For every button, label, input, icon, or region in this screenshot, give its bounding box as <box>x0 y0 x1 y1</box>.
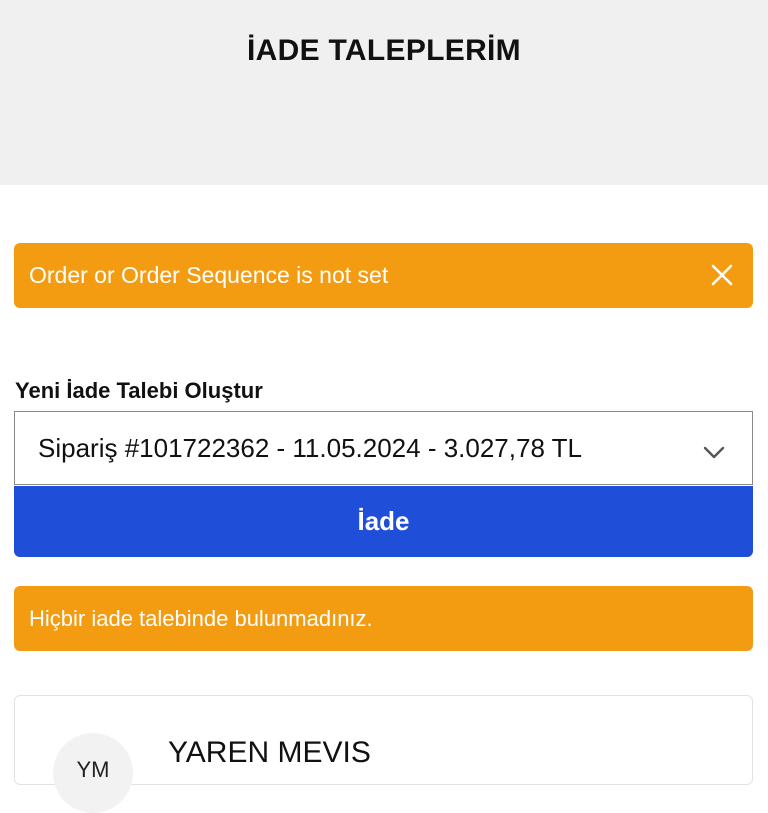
info-alert-text: Hiçbir iade talebinde bulunmadınız. <box>29 605 373 631</box>
close-icon[interactable] <box>707 260 737 290</box>
info-alert: Hiçbir iade talebinde bulunmadınız. <box>14 586 753 651</box>
error-alert-text: Order or Order Sequence is not set <box>29 262 389 288</box>
chevron-down-icon <box>702 438 726 459</box>
new-return-label: Yeni İade Talebi Oluştur <box>15 378 263 403</box>
return-button[interactable]: İade <box>14 486 753 557</box>
user-card: YM YAREN MEVIS <box>14 695 753 813</box>
user-name: YAREN MEVIS <box>168 736 371 769</box>
avatar: YM <box>53 733 133 813</box>
order-select-value: Sipariş #101722362 - 11.05.2024 - 3.027,… <box>38 432 583 463</box>
page-title: İADE TALEPLERİM <box>247 34 521 67</box>
error-alert: Order or Order Sequence is not set <box>14 243 753 308</box>
page-header: İADE TALEPLERİM <box>0 0 768 185</box>
order-select[interactable]: Sipariş #101722362 - 11.05.2024 - 3.027,… <box>14 411 753 485</box>
